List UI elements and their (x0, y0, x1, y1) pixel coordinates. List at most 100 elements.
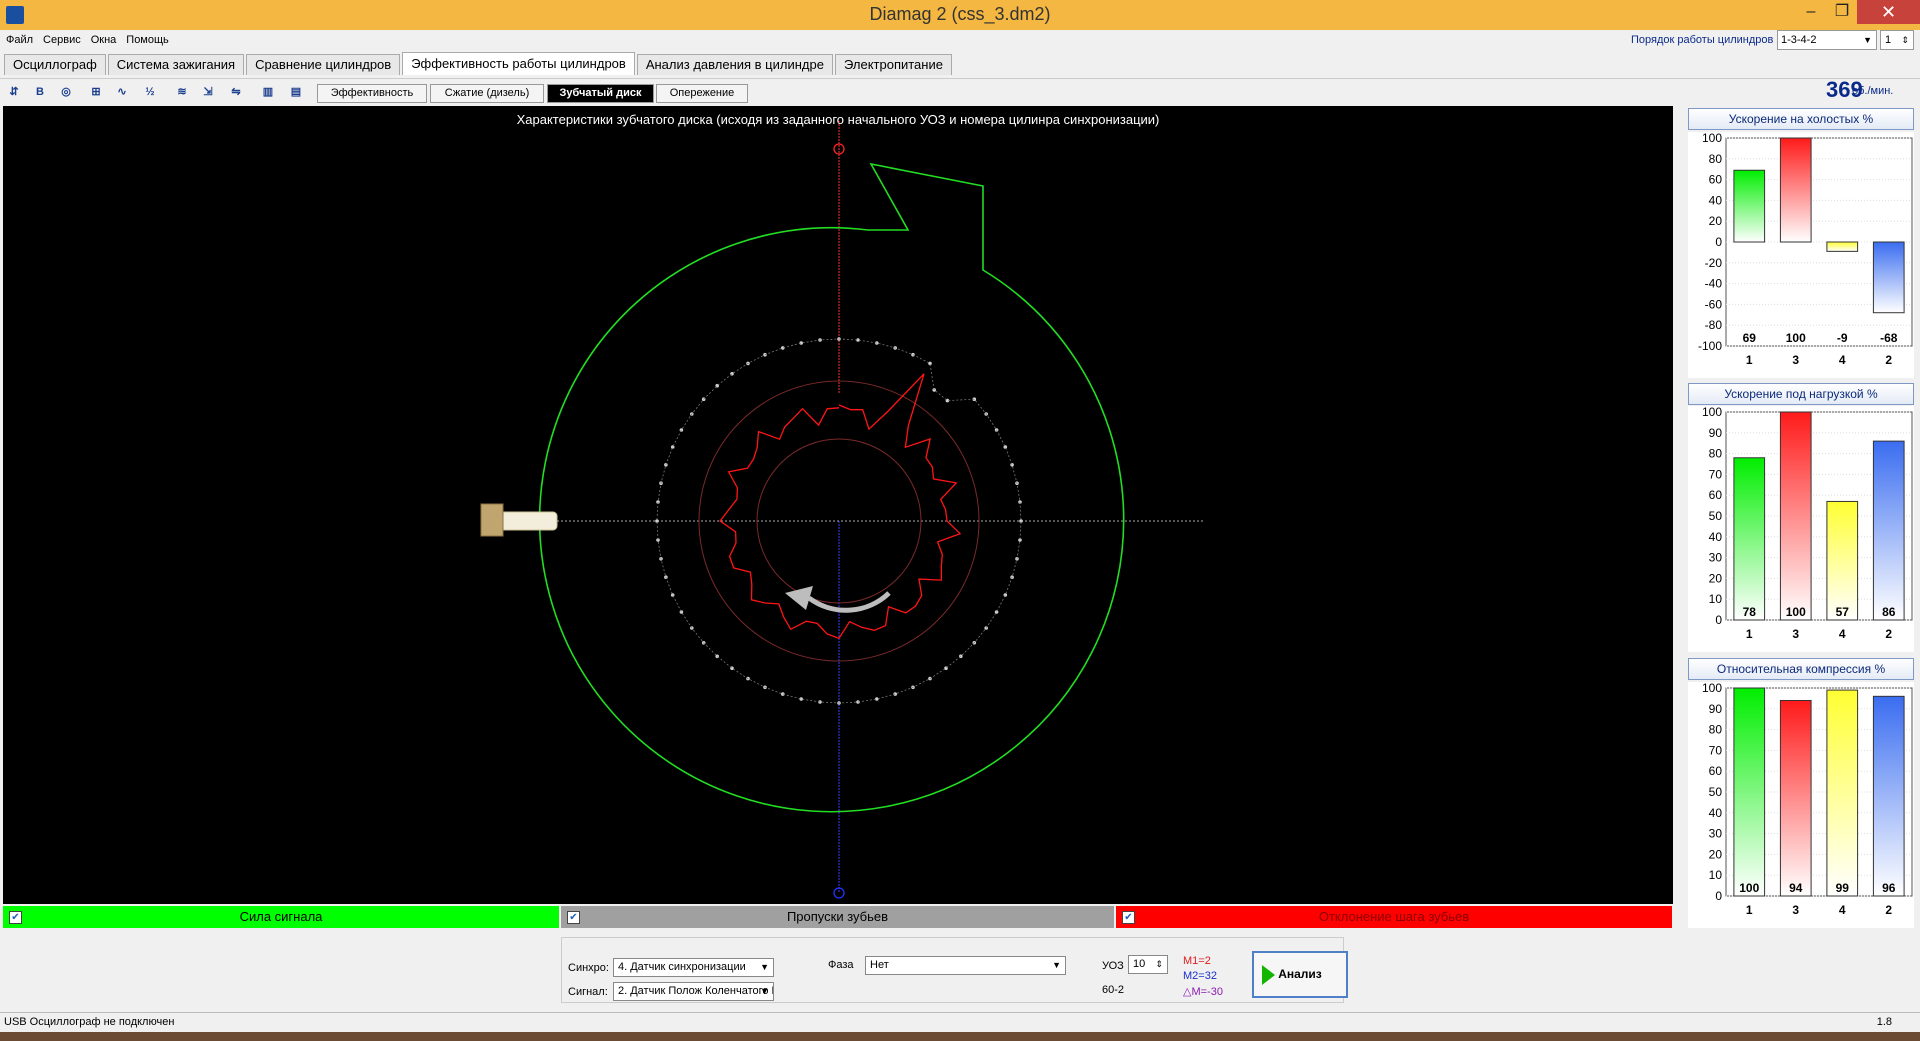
menu-bar: Файл Сервис Окна Помощь (0, 34, 173, 52)
sub-tab-1[interactable]: Сжатие (дизель) (430, 84, 544, 103)
crankshaft-sensor-icon (480, 503, 558, 537)
uoz-value: 10 (1133, 958, 1146, 970)
legend-signal-strength[interactable]: ✔ Сила сигнала (3, 906, 559, 928)
analyze-button[interactable]: Анализ (1252, 951, 1348, 998)
y-tick-label: -20 (1705, 256, 1723, 270)
sync-label: Синхро: (568, 962, 609, 974)
x-tick-label: 2 (1885, 903, 1892, 917)
y-tick-label: 100 (1702, 682, 1722, 695)
cursor-icon[interactable]: ⇋ (226, 82, 246, 102)
sub-tab-2[interactable]: Зубчатый диск (547, 84, 654, 103)
jump-icon[interactable]: ⇲ (198, 82, 218, 102)
main-tab-0[interactable]: Осциллограф (4, 54, 106, 75)
tooth-pattern: 60-2 (1102, 984, 1125, 996)
sub-tab-3[interactable]: Опережение (656, 84, 748, 103)
menu-service[interactable]: Сервис (43, 34, 81, 46)
rpm-icon[interactable]: ◎ (56, 82, 76, 102)
y-tick-label: 80 (1709, 447, 1723, 461)
y-tick-label: 40 (1709, 193, 1723, 207)
bold-b-icon[interactable]: B (30, 82, 50, 102)
status-text: USB Осциллограф не подключен (4, 1016, 175, 1028)
spinner-arrows-icon: ⇕ (1901, 35, 1909, 45)
bar (1826, 500, 1859, 621)
y-tick-label: 100 (1702, 406, 1722, 419)
x-tick-label: 2 (1885, 627, 1892, 641)
y-tick-label: 20 (1709, 214, 1723, 228)
tooth-mark (1003, 445, 1008, 449)
y-tick-label: 80 (1709, 723, 1723, 737)
legend-skip-label: Пропуски зубьев (786, 909, 889, 924)
analyze-label: Анализ (1278, 967, 1322, 981)
legend-tooth-deviation[interactable]: ✔ Отклонение шага зубьев (1116, 906, 1672, 928)
sync-icon[interactable]: ≋ (172, 82, 192, 102)
title-bar: Diamag 2 (css_3.dm2) – ❐ ✕ (0, 0, 1920, 30)
bar (1779, 699, 1812, 897)
bar (1779, 411, 1812, 621)
tooth-deviation-checkbox[interactable]: ✔ (1122, 911, 1135, 924)
x-tick-label: 3 (1792, 627, 1799, 641)
main-tab-1[interactable]: Система зажигания (107, 54, 245, 75)
curve-icon[interactable]: ∿ (112, 82, 132, 102)
signal-channel-value: 2. Датчик Полож Коленчатого Ва (618, 985, 774, 997)
rotation-arrow-icon (807, 591, 891, 613)
y-tick-label: 80 (1709, 152, 1723, 166)
bar (1872, 241, 1905, 314)
phase-label: Фаза (828, 959, 854, 971)
uoz-label: УОЗ (1102, 960, 1124, 972)
bar-value-label: 100 (1786, 605, 1806, 619)
sync-channel-select[interactable]: 4. Датчик синхронизации ▼ (613, 958, 774, 977)
sub-tab-0[interactable]: Эффективность (317, 84, 427, 103)
y-tick-label: 0 (1715, 235, 1722, 249)
y-tick-label: 30 (1709, 551, 1723, 565)
scale-icon[interactable]: ⊞ (86, 82, 106, 102)
cylinder-number-value: 1 (1885, 34, 1892, 46)
y-tick-label: 60 (1709, 488, 1723, 502)
tooth-disk-plot[interactable]: Характеристики зубчатого диска (исходя и… (3, 106, 1673, 904)
compression-chart: 10090807060504030201001001943994962 (1688, 682, 1914, 928)
x-tick-label: 4 (1839, 353, 1846, 367)
main-tab-2[interactable]: Сравнение цилиндров (246, 54, 401, 75)
bar-value-label: 96 (1882, 881, 1896, 895)
bar-value-label: 100 (1786, 331, 1806, 345)
chevron-down-icon: ▼ (1052, 960, 1061, 970)
cylinder-number-spinner[interactable]: 1 ⇕ (1880, 30, 1914, 50)
window-title: Diamag 2 (css_3.dm2) (869, 4, 1051, 24)
y-tick-label: 0 (1715, 613, 1722, 627)
bars-icon[interactable]: ▥ (258, 82, 278, 102)
bar (1779, 137, 1812, 243)
y-tick-label: 70 (1709, 743, 1723, 757)
menu-help[interactable]: Помощь (126, 34, 169, 46)
main-tab-3[interactable]: Эффективность работы цилиндров (402, 52, 635, 75)
y-tick-label: -40 (1705, 277, 1723, 291)
signal-label: Сигнал: (568, 986, 608, 998)
filter-icon[interactable]: ⇵ (4, 82, 24, 102)
cylinder-order-value: 1-3-4-2 (1781, 34, 1817, 46)
y-tick-label: -80 (1705, 318, 1723, 332)
main-tab-4[interactable]: Анализ давления в цилиндре (636, 54, 833, 75)
signal-channel-select[interactable]: 2. Датчик Полож Коленчатого Ва ▼ (613, 982, 774, 1001)
x-tick-label: 4 (1839, 627, 1846, 641)
y-tick-label: 90 (1709, 426, 1723, 440)
menu-windows[interactable]: Окна (91, 34, 117, 46)
legend-tooth-skip[interactable]: ✔ Пропуски зубьев (561, 906, 1114, 928)
delta-m-value: △M=-30 (1183, 986, 1223, 998)
phase-select[interactable]: Нет ▼ (865, 956, 1066, 975)
bar-value-label: 69 (1743, 331, 1757, 345)
close-button[interactable]: ✕ (1857, 0, 1920, 24)
taskbar (0, 1032, 1920, 1041)
menu-file[interactable]: Файл (6, 34, 33, 46)
y-tick-label: 20 (1709, 847, 1723, 861)
m1-value: M1=2 (1183, 955, 1211, 967)
uoz-spinner[interactable]: 10 ⇕ (1128, 955, 1168, 974)
main-tab-5[interactable]: Электропитание (834, 54, 952, 75)
cylinder-order-select[interactable]: 1-3-4-2 ▼ (1777, 30, 1877, 50)
y-tick-label: 50 (1709, 509, 1723, 523)
stats-icon[interactable]: ▤ (286, 82, 306, 102)
x-tick-label: 3 (1792, 903, 1799, 917)
alg-icon[interactable]: ½ (140, 82, 160, 102)
bar-value-label: -9 (1837, 331, 1848, 345)
tooth-skip-checkbox[interactable]: ✔ (567, 911, 580, 924)
x-tick-label: 2 (1885, 353, 1892, 367)
signal-strength-checkbox[interactable]: ✔ (9, 911, 22, 924)
load-accel-chart: 10090807060504030201007811003574862 (1688, 406, 1914, 652)
